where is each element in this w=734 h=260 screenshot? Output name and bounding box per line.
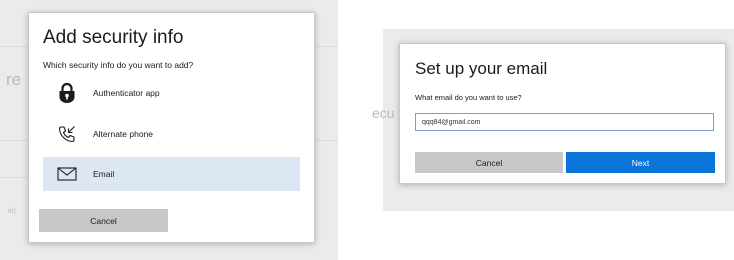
email-input[interactable]: [415, 113, 714, 131]
set-up-email-dialog: Set up your email What email do you want…: [399, 43, 726, 184]
option-label: Alternate phone: [93, 129, 154, 139]
option-label: Authenticator app: [93, 88, 160, 98]
phone-call-icon: [55, 123, 79, 145]
next-button[interactable]: Next: [566, 152, 715, 173]
backdrop-divider: [315, 46, 338, 47]
dialog-subtitle: What email do you want to use?: [415, 93, 522, 102]
backdrop-ghost-text: ecu: [372, 105, 395, 121]
backdrop-divider: [0, 177, 28, 178]
dialog-title: Set up your email: [415, 59, 548, 78]
authenticator-lock-icon: [55, 82, 79, 104]
backdrop-ghost-text: in): [8, 208, 16, 215]
option-email[interactable]: Email: [43, 157, 300, 191]
backdrop-divider: [0, 140, 28, 141]
envelope-icon: [55, 163, 79, 185]
cancel-button[interactable]: Cancel: [415, 152, 563, 173]
option-authenticator-app[interactable]: Authenticator app: [43, 76, 300, 110]
backdrop-divider: [0, 46, 28, 47]
backdrop-ghost-text: re: [6, 70, 22, 89]
backdrop-divider: [315, 140, 338, 141]
option-alternate-phone[interactable]: Alternate phone: [43, 117, 300, 151]
option-label: Email: [93, 169, 115, 179]
add-security-info-dialog: Add security info Which security info do…: [28, 12, 315, 243]
dialog-title: Add security info: [43, 27, 184, 48]
cancel-button[interactable]: Cancel: [39, 209, 168, 232]
dialog-subtitle: Which security info do you want to add?: [43, 60, 194, 70]
